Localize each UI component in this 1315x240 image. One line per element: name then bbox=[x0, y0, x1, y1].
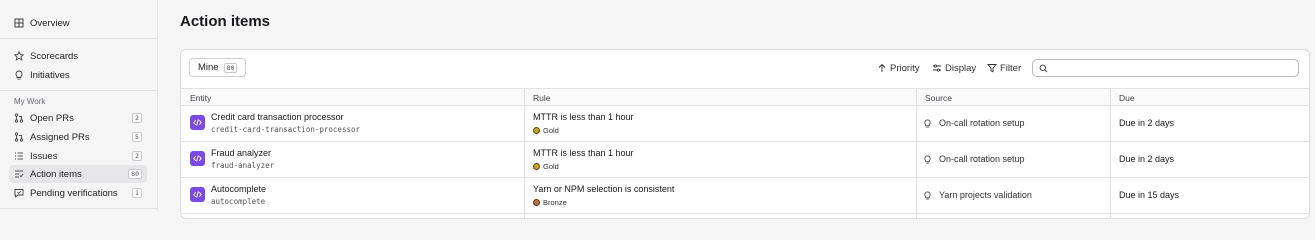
source: Yarn projects validation bbox=[923, 190, 1032, 200]
due-date: Due in 2 days bbox=[1119, 118, 1175, 128]
source-label: Yarn projects validation bbox=[939, 190, 1032, 200]
lightbulb-icon bbox=[14, 70, 24, 80]
display-button[interactable]: Display bbox=[932, 61, 976, 75]
checklist-icon bbox=[14, 169, 24, 179]
rule-level: Gold bbox=[533, 162, 559, 171]
mine-filter-button[interactable]: Mine 80 bbox=[189, 58, 247, 77]
sidebar-item-label: Action items bbox=[30, 168, 82, 180]
entity-tag: credit-card-transaction-processor bbox=[211, 125, 361, 134]
sidebar-item-open-prs[interactable]: Open PRs 2 bbox=[9, 109, 147, 127]
lightbulb-icon bbox=[924, 190, 931, 200]
action-items-card: Mine 80 Priority Display Filter Entity R… bbox=[180, 49, 1310, 219]
priority-sort-button[interactable]: Priority bbox=[877, 61, 920, 75]
gold-medal-icon bbox=[533, 127, 540, 134]
gold-medal-icon bbox=[533, 163, 540, 170]
count-badge: 2 bbox=[132, 113, 142, 123]
rule-level: Gold bbox=[533, 126, 559, 135]
grid-icon bbox=[14, 18, 24, 28]
filter-button[interactable]: Filter bbox=[987, 61, 1021, 75]
source: On-call rotation setup bbox=[923, 118, 1025, 128]
table-header: Entity Rule Source Due bbox=[181, 88, 1309, 106]
sidebar-divider bbox=[0, 90, 157, 91]
search-icon bbox=[1039, 64, 1048, 73]
count-badge: 1 bbox=[132, 188, 142, 198]
bronze-medal-icon bbox=[533, 199, 540, 206]
code-icon bbox=[190, 151, 205, 166]
count-badge: 2 bbox=[132, 151, 142, 161]
sidebar-item-initiatives[interactable]: Initiatives bbox=[9, 66, 147, 84]
table-row[interactable]: Autocomplete autocomplete Yarn or NPM se… bbox=[181, 178, 1309, 214]
mine-label: Mine bbox=[198, 62, 219, 73]
table-row[interactable]: Credit card transaction processor credit… bbox=[181, 106, 1309, 142]
source-label: On-call rotation setup bbox=[939, 118, 1025, 128]
due-date: Due in 15 days bbox=[1119, 190, 1180, 200]
message-check-icon bbox=[14, 188, 24, 198]
sidebar-item-scorecards[interactable]: Scorecards bbox=[9, 47, 147, 65]
column-divider bbox=[524, 88, 525, 218]
entity-name[interactable]: Credit card transaction processor bbox=[211, 112, 344, 122]
pull-request-icon bbox=[14, 132, 24, 142]
filter-label: Filter bbox=[1000, 62, 1022, 74]
column-header-due[interactable]: Due bbox=[1119, 93, 1135, 103]
rule-level: Bronze bbox=[533, 198, 567, 207]
code-icon bbox=[190, 187, 205, 202]
count-badge: 80 bbox=[223, 62, 238, 73]
sidebar-item-label: Pending verifications bbox=[30, 187, 118, 199]
sidebar-item-label: Initiatives bbox=[30, 69, 70, 81]
sidebar-item-assigned-prs[interactable]: Assigned PRs 5 bbox=[9, 128, 147, 146]
code-icon bbox=[190, 115, 205, 130]
rule-level-label: Bronze bbox=[543, 198, 567, 207]
search-input[interactable] bbox=[1051, 61, 1291, 75]
sidebar-item-label: Scorecards bbox=[30, 50, 79, 62]
sidebar-item-label: Open PRs bbox=[30, 112, 74, 124]
priority-label: Priority bbox=[890, 62, 920, 74]
sidebar-item-action-items[interactable]: Action items 80 bbox=[9, 165, 147, 183]
sidebar-item-label: Overview bbox=[30, 17, 70, 29]
search-field[interactable] bbox=[1032, 59, 1299, 77]
count-badge: 5 bbox=[132, 132, 142, 142]
pull-request-icon bbox=[14, 113, 24, 123]
sidebar-divider bbox=[0, 38, 157, 39]
rule-level-label: Gold bbox=[543, 126, 559, 135]
rule-name: MTTR is less than 1 hour bbox=[533, 148, 634, 158]
rule-level-label: Gold bbox=[543, 162, 559, 171]
sidebar-item-label: Assigned PRs bbox=[30, 131, 90, 143]
star-icon bbox=[14, 51, 24, 61]
entity-tag: autocomplete bbox=[211, 197, 266, 206]
entity-name[interactable]: Autocomplete bbox=[211, 184, 266, 194]
rule-name: MTTR is less than 1 hour bbox=[533, 112, 634, 122]
sliders-icon bbox=[933, 64, 941, 72]
entity-tag: fraud-analyzer bbox=[211, 161, 275, 170]
lightbulb-icon bbox=[924, 118, 931, 128]
table-row[interactable]: Fraud analyzer fraud-analyzer MTTR is le… bbox=[181, 142, 1309, 178]
sidebar-item-pending-verifications[interactable]: Pending verifications 1 bbox=[9, 184, 147, 202]
entity-name[interactable]: Fraud analyzer bbox=[211, 148, 271, 158]
sidebar-item-label: Issues bbox=[30, 150, 58, 162]
sidebar: Overview Scorecards Initiatives My Work … bbox=[0, 0, 158, 212]
arrow-up-icon bbox=[878, 63, 886, 72]
main-content: Action items Mine 80 Priority Display Fi… bbox=[159, 0, 1315, 219]
source-label: On-call rotation setup bbox=[939, 154, 1025, 164]
column-header-entity[interactable]: Entity bbox=[190, 93, 211, 103]
lightbulb-icon bbox=[924, 154, 931, 164]
page-title: Action items bbox=[180, 13, 271, 30]
column-divider bbox=[1110, 88, 1111, 218]
count-badge: 80 bbox=[128, 169, 142, 179]
display-label: Display bbox=[945, 62, 977, 74]
column-divider bbox=[916, 88, 917, 218]
sidebar-item-overview[interactable]: Overview bbox=[9, 14, 147, 32]
sidebar-divider bbox=[0, 208, 157, 209]
sidebar-item-issues[interactable]: Issues 2 bbox=[9, 147, 147, 165]
rule-name: Yarn or NPM selection is consistent bbox=[533, 184, 675, 194]
column-header-source[interactable]: Source bbox=[925, 93, 952, 103]
source: On-call rotation setup bbox=[923, 154, 1025, 164]
list-icon bbox=[14, 151, 24, 161]
section-label-my-work: My Work bbox=[14, 97, 46, 106]
column-header-rule[interactable]: Rule bbox=[533, 93, 550, 103]
filter-icon bbox=[987, 64, 997, 73]
due-date: Due in 2 days bbox=[1119, 154, 1175, 164]
